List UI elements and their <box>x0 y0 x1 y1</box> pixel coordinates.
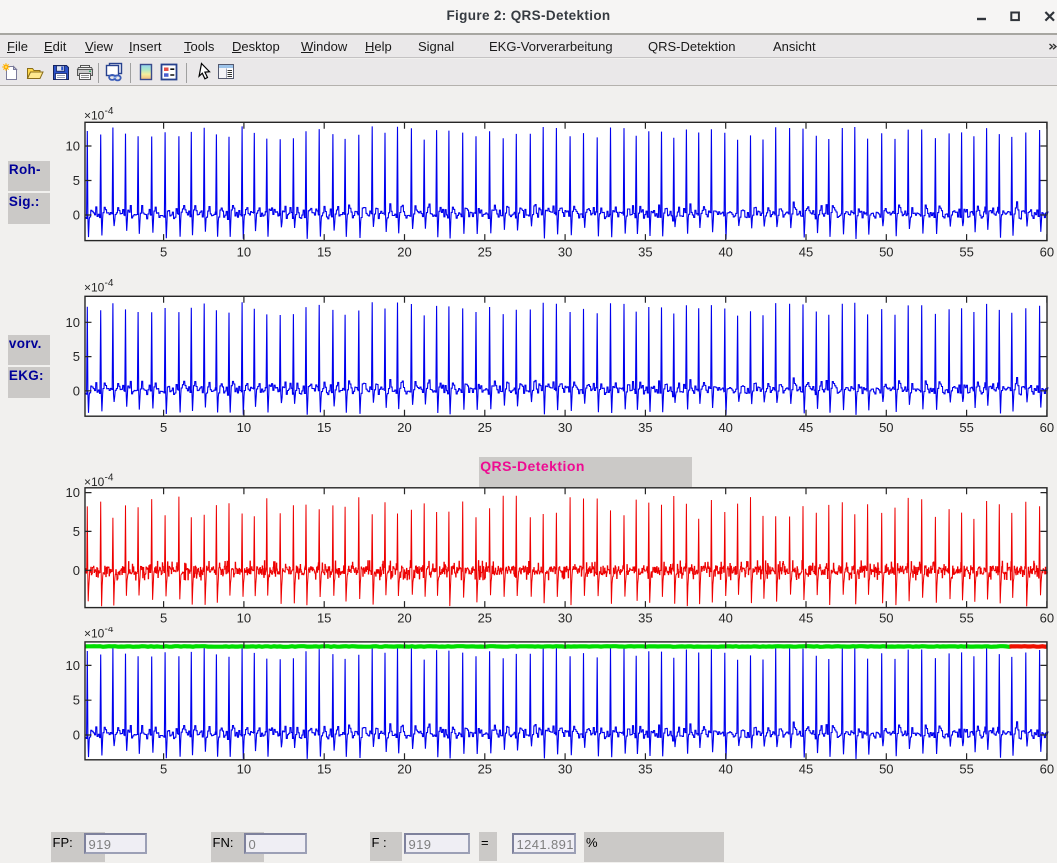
svg-text:50: 50 <box>879 761 893 776</box>
svg-text:10: 10 <box>66 658 80 673</box>
svg-text:5: 5 <box>73 693 80 708</box>
svg-text:10: 10 <box>237 245 251 260</box>
svg-text:40: 40 <box>718 420 732 435</box>
svg-text:-4: -4 <box>105 472 114 483</box>
svg-text:×10: ×10 <box>84 109 105 123</box>
svg-text:0: 0 <box>73 563 80 578</box>
svg-text:35: 35 <box>638 245 652 260</box>
svg-text:-4: -4 <box>105 627 114 635</box>
svg-text:45: 45 <box>799 761 813 776</box>
svg-text:0: 0 <box>73 208 80 223</box>
svg-text:×10: ×10 <box>84 281 105 295</box>
svg-text:5: 5 <box>73 173 80 188</box>
svg-text:20: 20 <box>397 610 411 625</box>
svg-text:10: 10 <box>66 315 80 330</box>
svg-text:40: 40 <box>718 245 732 260</box>
svg-text:10: 10 <box>237 761 251 776</box>
svg-text:55: 55 <box>959 420 973 435</box>
svg-text:55: 55 <box>959 245 973 260</box>
svg-text:5: 5 <box>160 420 167 435</box>
svg-text:5: 5 <box>160 761 167 776</box>
svg-text:40: 40 <box>718 610 732 625</box>
svg-text:20: 20 <box>397 245 411 260</box>
svg-text:30: 30 <box>558 420 572 435</box>
svg-text:20: 20 <box>397 761 411 776</box>
svg-text:35: 35 <box>638 610 652 625</box>
svg-text:0: 0 <box>73 728 80 743</box>
svg-text:10: 10 <box>66 139 80 154</box>
svg-text:25: 25 <box>478 245 492 260</box>
svg-text:10: 10 <box>237 610 251 625</box>
svg-text:45: 45 <box>799 420 813 435</box>
svg-text:5: 5 <box>160 610 167 625</box>
svg-text:0: 0 <box>73 383 80 398</box>
svg-text:50: 50 <box>879 420 893 435</box>
svg-text:10: 10 <box>66 485 80 500</box>
svg-text:5: 5 <box>73 524 80 539</box>
svg-text:35: 35 <box>638 420 652 435</box>
svg-text:30: 30 <box>558 245 572 260</box>
svg-text:10: 10 <box>237 420 251 435</box>
svg-text:45: 45 <box>799 610 813 625</box>
svg-text:60: 60 <box>1040 245 1054 260</box>
svg-text:30: 30 <box>558 761 572 776</box>
svg-text:×10: ×10 <box>84 475 105 489</box>
svg-text:25: 25 <box>478 610 492 625</box>
svg-text:60: 60 <box>1040 420 1054 435</box>
svg-text:15: 15 <box>317 610 331 625</box>
svg-text:5: 5 <box>73 349 80 364</box>
svg-text:60: 60 <box>1040 761 1054 776</box>
svg-text:60: 60 <box>1040 610 1054 625</box>
svg-text:55: 55 <box>959 761 973 776</box>
svg-text:30: 30 <box>558 610 572 625</box>
svg-text:55: 55 <box>959 610 973 625</box>
svg-text:50: 50 <box>879 610 893 625</box>
svg-text:40: 40 <box>718 761 732 776</box>
svg-text:50: 50 <box>879 245 893 260</box>
svg-text:25: 25 <box>478 420 492 435</box>
svg-text:15: 15 <box>317 420 331 435</box>
svg-text:-4: -4 <box>105 106 114 117</box>
svg-text:5: 5 <box>160 245 167 260</box>
svg-text:-4: -4 <box>105 279 114 289</box>
svg-text:15: 15 <box>317 245 331 260</box>
svg-text:×10: ×10 <box>84 627 105 640</box>
svg-text:35: 35 <box>638 761 652 776</box>
svg-text:20: 20 <box>397 420 411 435</box>
svg-text:25: 25 <box>478 761 492 776</box>
svg-text:15: 15 <box>317 761 331 776</box>
svg-text:45: 45 <box>799 245 813 260</box>
